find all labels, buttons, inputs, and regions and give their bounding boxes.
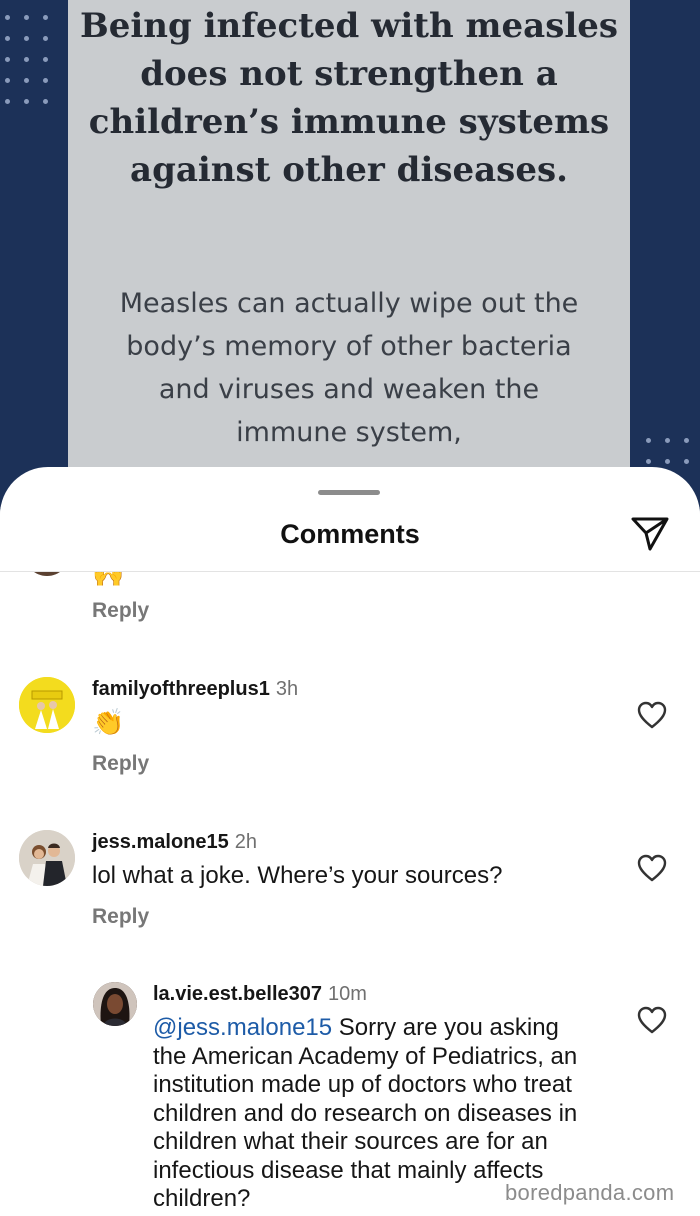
- mention-link[interactable]: @jess.malone15: [153, 1014, 332, 1041]
- avatar-image: [19, 830, 75, 886]
- avatar[interactable]: [19, 830, 75, 886]
- post-title: Being infected with measles does not str…: [79, 6, 619, 190]
- comment-username[interactable]: familyofthreeplus1 3h: [92, 678, 298, 701]
- avatar[interactable]: [93, 982, 137, 1026]
- emoji-content: 👏: [92, 707, 125, 737]
- reply-button[interactable]: Reply: [92, 905, 149, 929]
- comments-title: Comments: [280, 519, 420, 549]
- avatar-image: [93, 982, 137, 1026]
- comments-sheet: Comments 🙌 Reply familyofthreeplus1 3h 👏…: [0, 467, 700, 1216]
- decorative-dots-left: [0, 0, 60, 110]
- comment-username[interactable]: la.vie.est.belle307 10m: [153, 983, 367, 1006]
- comment-time: 2h: [234, 831, 257, 853]
- reply-button[interactable]: Reply: [92, 752, 149, 776]
- heart-icon[interactable]: [637, 1006, 667, 1034]
- send-button[interactable]: [630, 513, 670, 553]
- comment-time: 10m: [328, 983, 367, 1005]
- comment-username[interactable]: jess.malone15 2h: [92, 831, 257, 854]
- watermark: boredpanda.com: [505, 1180, 675, 1205]
- heart-icon[interactable]: [637, 854, 667, 882]
- comment-time: 3h: [275, 678, 299, 700]
- avatar-image: [19, 677, 75, 733]
- post-background: Being infected with measles does not str…: [0, 0, 700, 520]
- comment-text: lol what a joke. Where’s your sources?: [92, 862, 503, 889]
- post-card: Being infected with measles does not str…: [68, 0, 630, 520]
- comments-header: Comments: [0, 507, 700, 572]
- post-body: Measles can actually wipe out the body’s…: [119, 288, 579, 448]
- avatar[interactable]: [19, 677, 75, 733]
- drag-handle[interactable]: [318, 490, 380, 495]
- reply-button[interactable]: Reply: [92, 599, 149, 623]
- heart-icon[interactable]: [637, 701, 667, 729]
- send-icon: [631, 517, 669, 551]
